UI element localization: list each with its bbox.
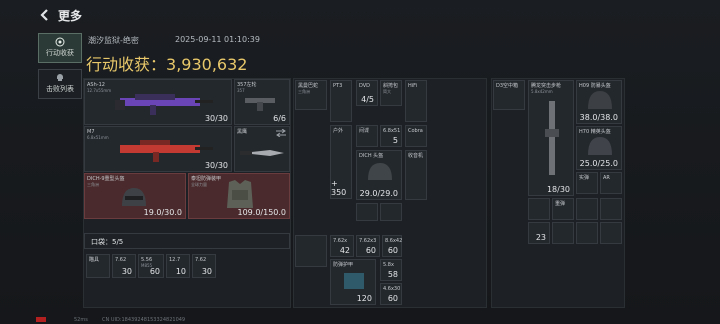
helmet-icon: [122, 188, 146, 206]
weapon-caliber: 12.7x55mm: [87, 88, 112, 93]
container-slot[interactable]: [576, 198, 598, 220]
pocket-label: 口袋：5/5: [91, 238, 124, 246]
backpack-slot[interactable]: DVD 4/5: [356, 80, 378, 106]
container-rifle-slot[interactable]: 腾龙突击步枪 5.8x42mm 18/30: [528, 80, 574, 196]
ammo-slot[interactable]: 4.6x30 60: [380, 283, 402, 305]
ammo-slot[interactable]: 7.62x 42: [330, 235, 354, 257]
container-slot[interactable]: D3空中箱: [493, 80, 525, 110]
backpack-slot[interactable]: 间谍: [356, 125, 378, 147]
tab-kill-list[interactable]: 击败列表: [38, 69, 82, 99]
backpack-slot[interactable]: PT3: [330, 80, 352, 122]
ammo-slot[interactable]: 防弹护甲 120: [330, 259, 376, 305]
pocket-item[interactable]: 5.56 M855 60: [138, 254, 164, 278]
melee-slot[interactable]: 黑鹰: [234, 126, 290, 172]
pocket-header: 口袋：5/5: [84, 233, 290, 249]
weapon-durability: 30/30: [204, 114, 228, 123]
container-slot[interactable]: AR: [600, 172, 622, 194]
container-helmet-slot[interactable]: H70 精英头盔 25.0/25.0: [576, 126, 622, 170]
earnings-label: 行动收获：: [86, 55, 167, 74]
container-helmet-slot[interactable]: H09 防暴头盔 38.0/38.0: [576, 80, 622, 124]
backpack-slot[interactable]: HiFi: [405, 80, 427, 122]
network-indicator: [36, 317, 46, 322]
container-slot[interactable]: [600, 222, 622, 244]
rifle-icon: [545, 101, 559, 175]
pocket-item[interactable]: 瞄具: [86, 254, 110, 278]
weapon-slot-primary[interactable]: ASh-12 12.7x55mm 30/30: [84, 79, 232, 125]
map-name: 潮汐监狱-绝密: [88, 36, 139, 45]
revolver-icon: [245, 98, 275, 111]
user-id: CN UID:18439248153324821049: [102, 317, 186, 323]
backpack-slot[interactable]: 黑曼巴蛇 三角洲: [295, 80, 327, 110]
backpack-slot[interactable]: [295, 235, 327, 267]
pocket-count: 5/5: [112, 238, 124, 246]
target-icon: [55, 37, 65, 47]
match-time: 2025-09-11 01:10:39: [175, 35, 260, 44]
backpack-slot[interactable]: 收音机: [405, 150, 427, 200]
earnings-value: 3,930,632: [166, 55, 248, 74]
backpack-slot[interactable]: [356, 203, 378, 221]
container-slot[interactable]: [552, 222, 574, 244]
screen: 更多 行动收获 击败列表 潮汐监狱-绝密 2025-09-11 01:10:39…: [0, 0, 720, 324]
armor-durability: 109.0/150.0: [237, 208, 287, 217]
ping: 52ms: [74, 317, 88, 323]
helmet-icon: [588, 137, 612, 155]
weapon-name: 黑鹰: [237, 129, 248, 135]
skull-icon: [57, 74, 63, 81]
ammo-slot[interactable]: 8.6x42 60: [382, 235, 402, 257]
page-title: 更多: [58, 9, 83, 23]
container-slot[interactable]: [528, 198, 550, 220]
tab-label: 行动收获: [46, 49, 74, 57]
backpack-slot[interactable]: [380, 203, 402, 221]
earnings: 行动收获：3,930,632: [86, 51, 247, 75]
container-slot[interactable]: 实弹: [576, 172, 598, 194]
backpack-helmet-slot[interactable]: DICH 头盔 29.0/29.0: [356, 150, 402, 200]
container-slot[interactable]: [600, 198, 622, 220]
back-arrow-icon[interactable]: [38, 8, 52, 22]
ammo-slot[interactable]: 7.62x3 60: [356, 235, 380, 257]
armor-slot[interactable]: 泰坦防弹装甲 全球力量 109.0/150.0: [188, 173, 290, 219]
ammo-slot[interactable]: 5.8x 58: [380, 259, 402, 281]
container-slot[interactable]: 重弹: [552, 198, 574, 220]
weapon-slot-secondary[interactable]: M7 6.8x51mm 30/30: [84, 126, 232, 172]
pocket-item[interactable]: 7.62 30: [192, 254, 216, 278]
container-slot[interactable]: [576, 222, 598, 244]
helmet-slot[interactable]: DICH-9重型头盔 三角洲 19.0/30.0: [84, 173, 186, 219]
pocket-item[interactable]: 7.62 30: [112, 254, 136, 278]
tab-action-loot[interactable]: 行动收获: [38, 33, 82, 63]
weapon-slot-sidearm[interactable]: 357左轮 357 6/6: [234, 79, 290, 125]
vest-icon: [227, 180, 253, 208]
tab-label: 击败列表: [46, 85, 74, 93]
helmet-brand: 三角洲: [87, 182, 99, 187]
helmet-icon: [368, 163, 392, 180]
backpack-slot[interactable]: Cobra: [405, 125, 427, 147]
weapon-durability: 6/6: [273, 114, 286, 123]
rifle-icon: [120, 140, 213, 162]
swap-icon[interactable]: [275, 129, 287, 137]
armor-brand: 全球力量: [191, 182, 207, 187]
backpack-slot[interactable]: 6.8x51 5: [380, 125, 402, 147]
backpack-slot[interactable]: 户外 + 350: [330, 125, 352, 199]
backpack-slot[interactable]: 斜挎包 简大: [380, 80, 402, 106]
weapon-caliber: 357: [237, 88, 245, 93]
weapon-durability: 30/30: [204, 161, 228, 170]
helmet-icon: [588, 91, 612, 109]
container-slot[interactable]: 23: [528, 222, 550, 244]
assault-rifle-icon: [115, 94, 213, 115]
helmet-durability: 19.0/30.0: [143, 208, 182, 217]
pocket-item[interactable]: 12.7 10: [166, 254, 190, 278]
box-icon: [344, 273, 364, 289]
knife-icon: [240, 150, 284, 156]
weapon-caliber: 6.8x51mm: [87, 135, 109, 140]
